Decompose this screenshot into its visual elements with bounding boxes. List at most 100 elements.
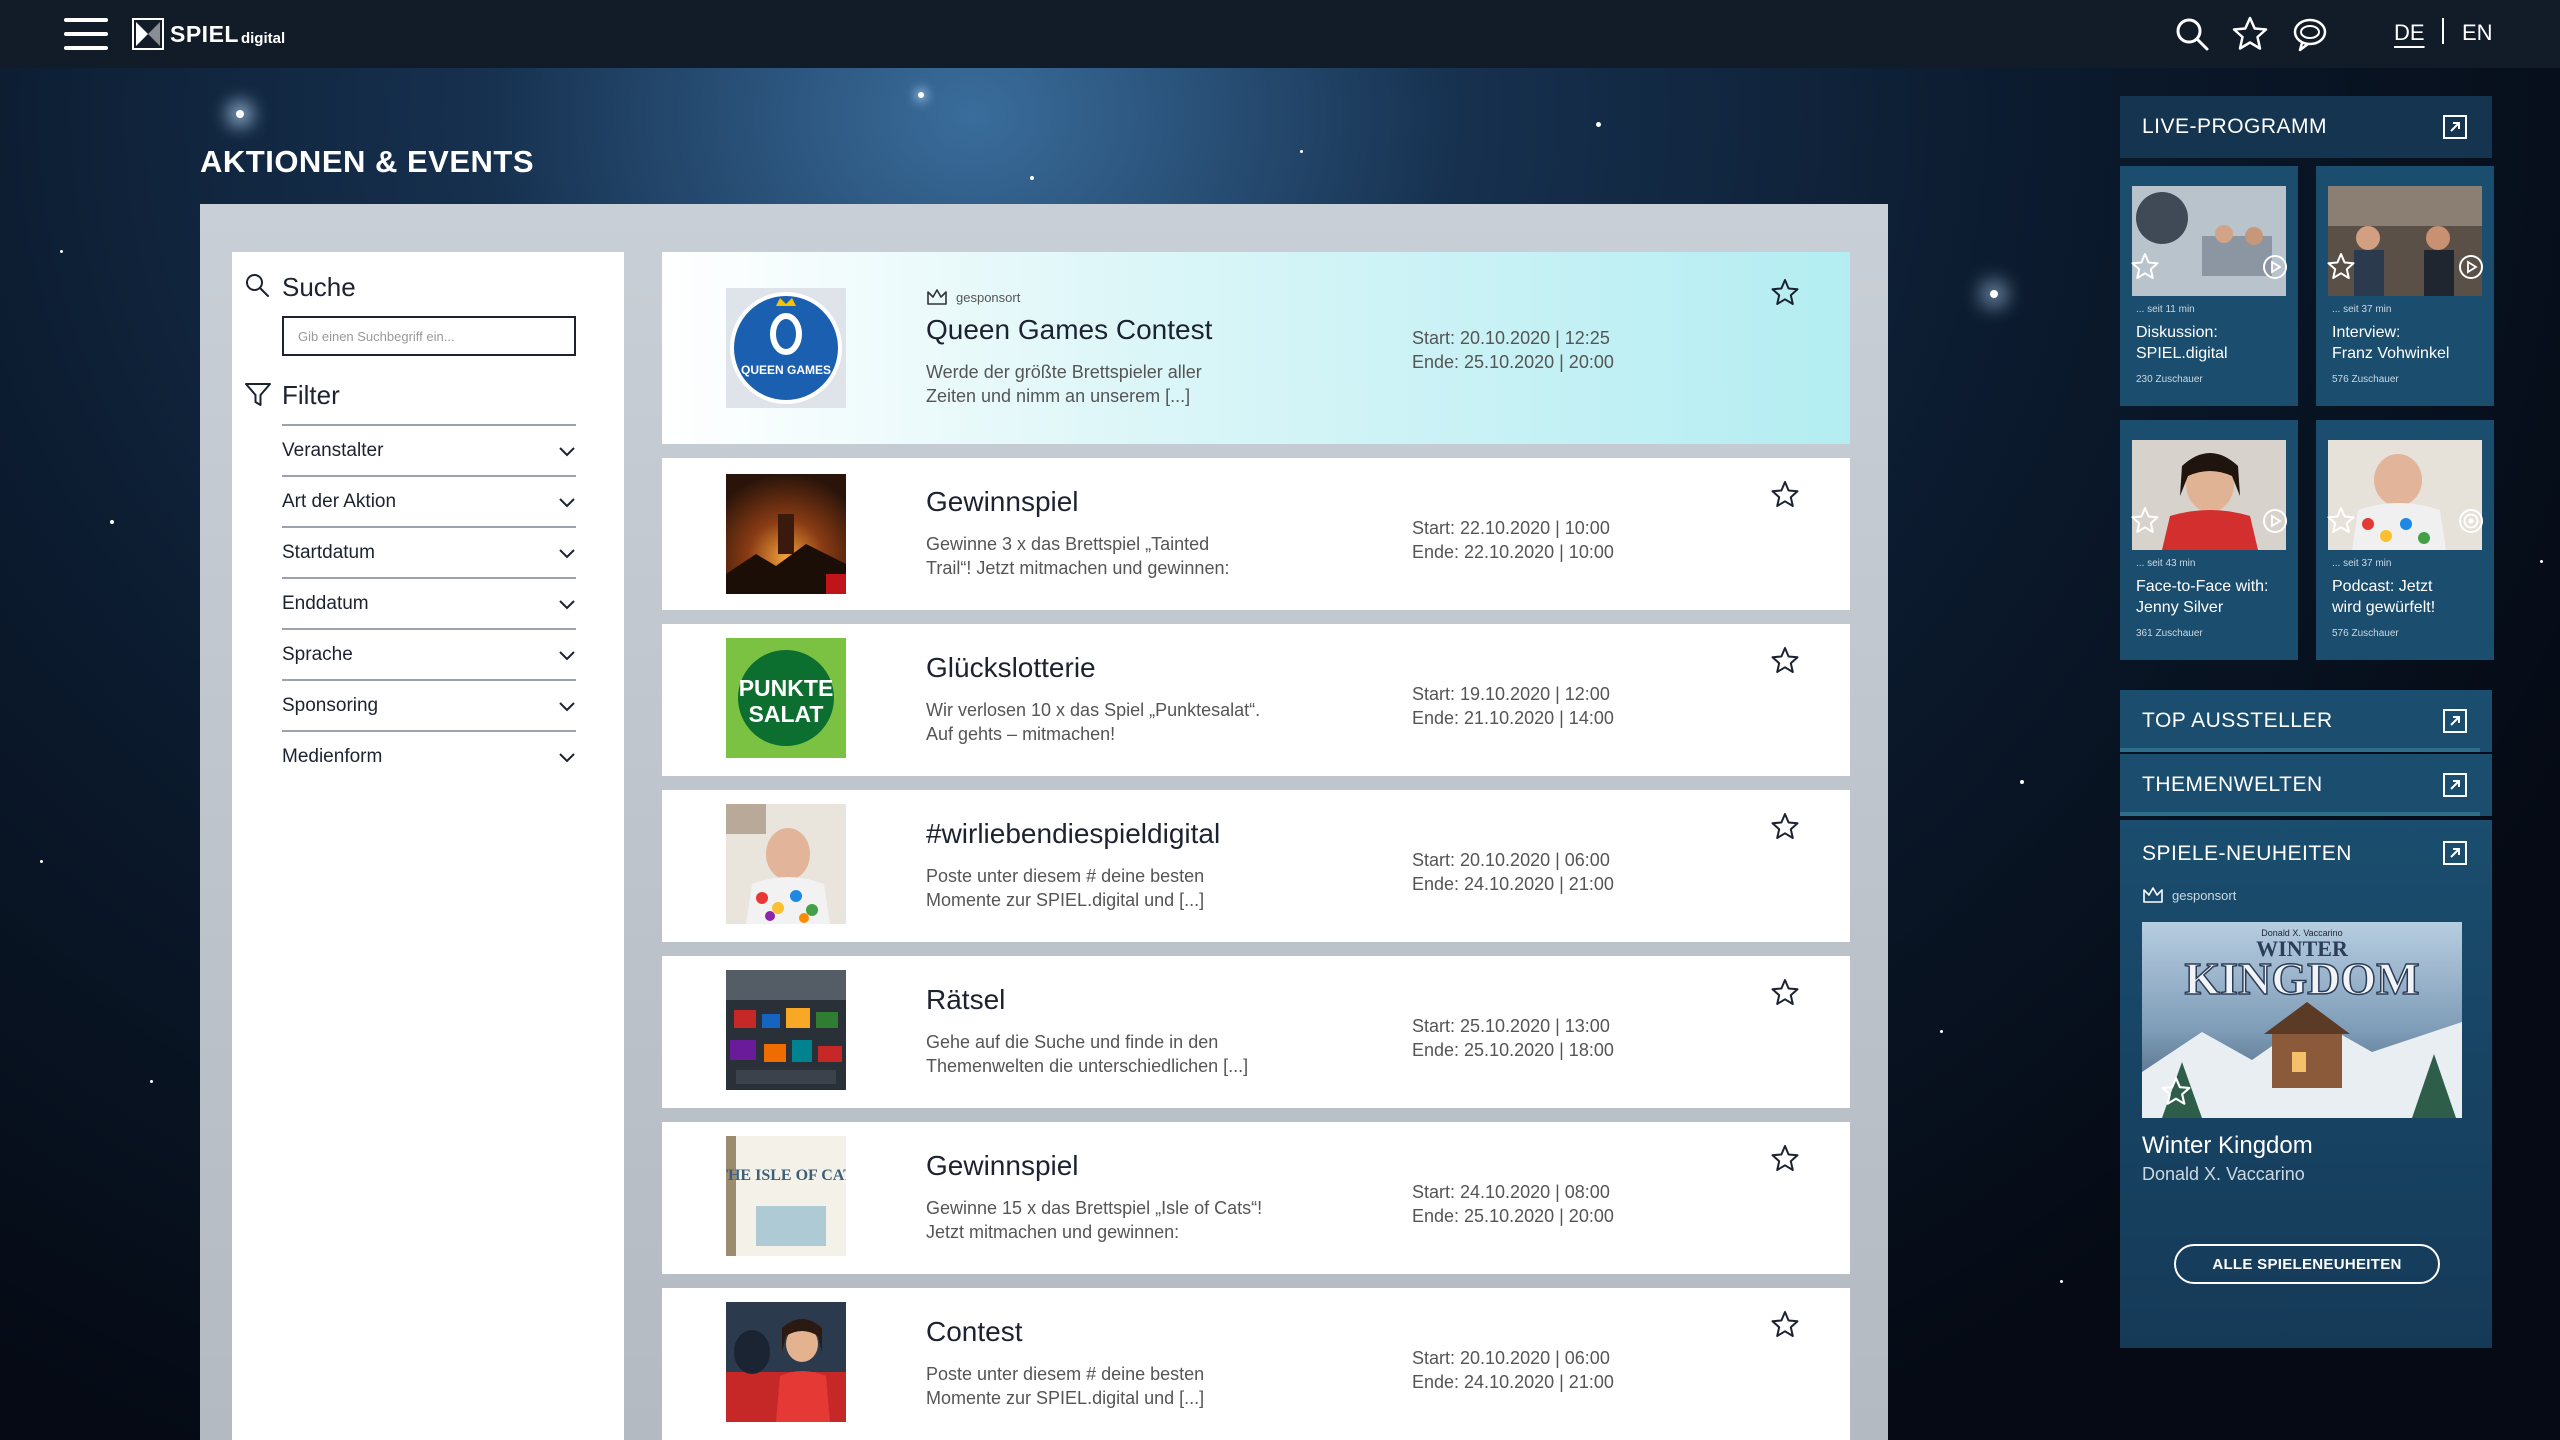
favorite-star-icon[interactable] xyxy=(1770,1144,1800,1174)
live-program-header[interactable]: LIVE-PROGRAMM xyxy=(2120,96,2492,158)
play-icon[interactable] xyxy=(2262,508,2288,534)
podcast-icon[interactable] xyxy=(2458,508,2484,534)
search-icon[interactable] xyxy=(2172,14,2212,54)
event-dates: Start: 20.10.2020 | 12:25 Ende: 25.10.20… xyxy=(1412,326,1614,374)
event-thumbnail xyxy=(726,804,846,924)
game-title[interactable]: Winter Kingdom xyxy=(2142,1132,2313,1160)
live-program-tile[interactable]: ... seit 43 min Face-to-Face with: Jenny… xyxy=(2120,420,2298,660)
star-icon[interactable] xyxy=(2230,14,2270,54)
language-separator xyxy=(2442,18,2444,44)
event-thumbnail xyxy=(726,474,846,594)
event-description-line: Gewinne 15 x das Brettspiel „Isle of Cat… xyxy=(926,1198,1263,1218)
play-icon[interactable] xyxy=(2458,254,2484,280)
live-title: Interview: Franz Vohwinkel xyxy=(2332,322,2482,364)
live-program-tile[interactable]: ... seit 37 min Podcast: Jetzt wird gewü… xyxy=(2316,420,2494,660)
event-card[interactable]: Gewinnspiel Gewinne 3 x das Brettspiel „… xyxy=(662,458,1850,610)
event-end-date: Ende: 25.10.2020 | 18:00 xyxy=(1412,1040,1614,1060)
favorite-star-icon[interactable] xyxy=(2130,252,2160,282)
play-icon[interactable] xyxy=(2262,254,2288,280)
filter-item-label: Medienform xyxy=(282,745,383,767)
event-title[interactable]: Queen Games Contest xyxy=(926,314,1212,346)
event-description: Poste unter diesem # deine besten Moment… xyxy=(926,1362,1326,1410)
event-title[interactable]: Gewinnspiel xyxy=(926,486,1079,518)
event-description-line: Momente zur SPIEL.digital und [...] xyxy=(926,890,1205,910)
filter-list: Veranstalter Art der Aktion Startdatum E… xyxy=(282,424,576,781)
event-description-line: Gewinne 3 x das Brettspiel „Tainted xyxy=(926,534,1210,554)
event-description-line: Trail“! Jetzt mitmachen und gewinnen: xyxy=(926,558,1230,578)
favorite-star-icon[interactable] xyxy=(2326,506,2356,536)
logo-subtext: digital xyxy=(240,29,286,47)
filter-item-veranstalter[interactable]: Veranstalter xyxy=(282,424,576,475)
favorite-star-icon[interactable] xyxy=(2160,1076,2192,1108)
chevron-down-icon xyxy=(559,548,575,558)
live-title-line: SPIEL.digital xyxy=(2136,345,2228,362)
favorite-star-icon[interactable] xyxy=(2130,506,2160,536)
event-description: Gewinne 15 x das Brettspiel „Isle of Cat… xyxy=(926,1196,1326,1244)
event-description: Werde der größte Brettspieler aller Zeit… xyxy=(926,360,1326,408)
search-input[interactable] xyxy=(282,316,576,356)
filter-item-enddatum[interactable]: Enddatum xyxy=(282,577,576,628)
expand-icon[interactable] xyxy=(2442,708,2468,734)
menu-icon[interactable] xyxy=(64,18,108,50)
favorite-star-icon[interactable] xyxy=(1770,278,1800,308)
filter-item-label: Enddatum xyxy=(282,592,369,614)
event-end-date: Ende: 24.10.2020 | 21:00 xyxy=(1412,1372,1614,1392)
event-title[interactable]: Contest xyxy=(926,1316,1023,1348)
event-end-date: Ende: 22.10.2020 | 10:00 xyxy=(1412,542,1614,562)
filter-item-startdatum[interactable]: Startdatum xyxy=(282,526,576,577)
event-title[interactable]: Rätsel xyxy=(926,984,1005,1016)
live-elapsed-time: ... seit 43 min xyxy=(2136,558,2196,569)
logo-text: SPIEL xyxy=(170,20,239,47)
chevron-down-icon xyxy=(559,752,575,762)
event-dates: Start: 22.10.2020 | 10:00 Ende: 22.10.20… xyxy=(1412,516,1614,564)
expand-icon[interactable] xyxy=(2442,840,2468,866)
event-card[interactable]: #wirliebendiespieldigital Poste unter di… xyxy=(662,790,1850,942)
event-description: Gewinne 3 x das Brettspiel „Tainted Trai… xyxy=(926,532,1326,580)
event-title[interactable]: Glückslotterie xyxy=(926,652,1096,684)
event-description-line: Poste unter diesem # deine besten xyxy=(926,1364,1205,1384)
favorite-star-icon[interactable] xyxy=(1770,1310,1800,1340)
event-title[interactable]: Gewinnspiel xyxy=(926,1150,1079,1182)
expand-icon[interactable] xyxy=(2442,772,2468,798)
event-card[interactable]: THE ISLE OF CATS Gewinnspiel Gewinne 15 … xyxy=(662,1122,1850,1274)
event-description: Poste unter diesem # deine besten Moment… xyxy=(926,864,1326,912)
chat-icon[interactable] xyxy=(2290,14,2330,54)
filter-item-label: Veranstalter xyxy=(282,439,384,461)
thumbnail-text: PUNKTE xyxy=(739,675,834,701)
favorite-star-icon[interactable] xyxy=(1770,646,1800,676)
event-thumbnail: THE ISLE OF CATS xyxy=(726,1136,846,1256)
cover-title-line: KINGDOM xyxy=(2184,953,2419,1004)
favorite-star-icon[interactable] xyxy=(1770,978,1800,1008)
event-title[interactable]: #wirliebendiespieldigital xyxy=(926,818,1220,850)
top-aussteller-section[interactable]: TOP AUSSTELLER xyxy=(2120,690,2492,752)
punktesalat-cover-image: PUNKTE SALAT xyxy=(726,638,846,758)
sponsored-badge-label: gesponsort xyxy=(2172,887,2237,903)
event-description-line: Auf gehts – mitmachen! xyxy=(926,724,1116,744)
language-en-link[interactable]: EN xyxy=(2462,20,2493,46)
themenwelten-section[interactable]: THEMENWELTEN xyxy=(2120,754,2492,816)
expand-icon[interactable] xyxy=(2442,114,2468,140)
language-de-link[interactable]: DE xyxy=(2394,20,2425,46)
favorite-star-icon[interactable] xyxy=(2326,252,2356,282)
spiel-digital-logo[interactable]: SPIEL digital xyxy=(132,16,285,52)
page-title: AKTIONEN & EVENTS xyxy=(200,144,535,179)
favorite-star-icon[interactable] xyxy=(1770,480,1800,510)
live-program-tile[interactable]: ... seit 11 min Diskussion: SPIEL.digita… xyxy=(2120,166,2298,406)
filter-item-label: Startdatum xyxy=(282,541,375,563)
filter-item-medienform[interactable]: Medienform xyxy=(282,730,576,781)
crown-icon xyxy=(2143,887,2163,903)
favorite-star-icon[interactable] xyxy=(1770,812,1800,842)
filter-item-label: Sponsoring xyxy=(282,694,379,716)
live-elapsed-time: ... seit 37 min xyxy=(2332,558,2392,569)
filter-item-sprache[interactable]: Sprache xyxy=(282,628,576,679)
event-card[interactable]: Contest Poste unter diesem # deine beste… xyxy=(662,1288,1850,1440)
live-program-tile[interactable]: ... seit 37 min Interview: Franz Vohwink… xyxy=(2316,166,2494,406)
event-card[interactable]: QUEEN GAMES gesponsort Queen Games Conte… xyxy=(662,252,1850,444)
event-card[interactable]: PUNKTE SALAT Glückslotterie Wir verlosen… xyxy=(662,624,1850,776)
all-new-games-button[interactable]: ALLE SPIELENEUHEITEN xyxy=(2174,1244,2440,1284)
event-card[interactable]: Rätsel Gehe auf die Suche und finde in d… xyxy=(662,956,1850,1108)
event-start-date: Start: 20.10.2020 | 12:25 xyxy=(1412,328,1610,348)
filter-item-art-der-aktion[interactable]: Art der Aktion xyxy=(282,475,576,526)
chevron-down-icon xyxy=(559,701,575,711)
filter-item-sponsoring[interactable]: Sponsoring xyxy=(282,679,576,730)
